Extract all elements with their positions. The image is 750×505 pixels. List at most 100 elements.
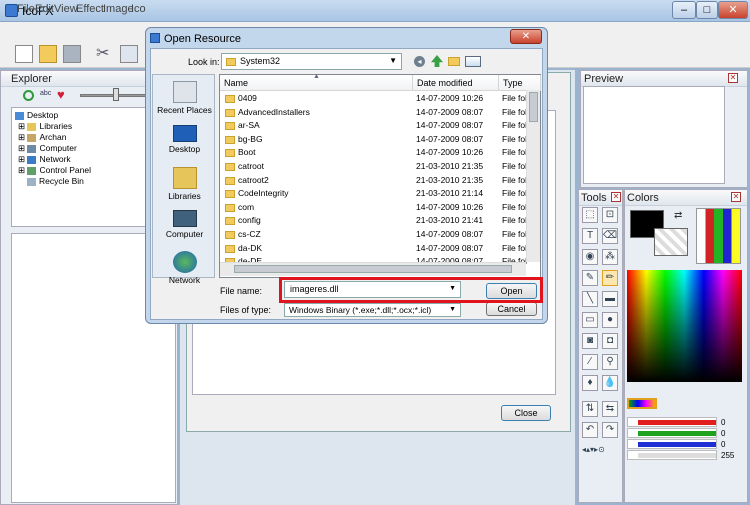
- file-row[interactable]: ar-SA 14-07-2009 08:07 File fol: [220, 119, 527, 133]
- abc-icon[interactable]: abc: [40, 90, 51, 97]
- maximize-button[interactable]: □: [696, 1, 718, 19]
- tree-item-archan[interactable]: ⊞ Archan: [18, 132, 66, 143]
- preview-close-icon[interactable]: ✕: [728, 73, 738, 83]
- flip-icon[interactable]: ⇆: [602, 401, 618, 417]
- fill-icon[interactable]: ◉: [582, 249, 598, 265]
- lasso-icon[interactable]: ⊡: [602, 207, 618, 223]
- red-channel-slider[interactable]: [627, 417, 717, 427]
- tree-item-desktop[interactable]: Desktop: [15, 110, 58, 120]
- refresh-icon[interactable]: [23, 90, 34, 101]
- look-in-dropdown[interactable]: System32 ▼: [221, 53, 402, 70]
- menu-image[interactable]: Image: [103, 3, 134, 15]
- ellipse-icon[interactable]: ●: [602, 312, 618, 328]
- files-of-type-dropdown[interactable]: Windows Binary (*.exe;*.dll;*.ocx;*.icl)…: [284, 303, 461, 317]
- tree-item-network[interactable]: ⊞ Network: [18, 154, 71, 165]
- file-row[interactable]: 0409 14-07-2009 10:26 File fol: [220, 92, 528, 106]
- menu-view[interactable]: View: [54, 3, 78, 15]
- palette-grid[interactable]: [696, 208, 741, 264]
- place-network[interactable]: Network: [153, 251, 216, 285]
- cancel-button[interactable]: Cancel: [486, 302, 537, 316]
- zoom-slider-thumb[interactable]: [113, 88, 119, 101]
- recent-places-icon: [172, 81, 197, 103]
- file-row[interactable]: cs-CZ 14-07-2009 08:07 File fol: [220, 228, 527, 242]
- file-type: File fol: [502, 93, 528, 103]
- new-folder-icon[interactable]: [448, 57, 460, 66]
- file-list-vertical-scrollbar[interactable]: [526, 90, 540, 262]
- green-channel-bar: [638, 431, 716, 436]
- curve-icon[interactable]: ◙: [582, 333, 598, 349]
- blue-channel-slider[interactable]: [627, 439, 717, 449]
- rotate-left-icon[interactable]: ↶: [582, 422, 598, 438]
- rectangle-icon[interactable]: ▬: [602, 291, 618, 307]
- spray-icon[interactable]: ⁂: [602, 249, 618, 265]
- pencil-icon[interactable]: ✏: [602, 270, 618, 286]
- vertical-scroll-thumb[interactable]: [529, 92, 538, 122]
- file-row[interactable]: da-DK 14-07-2009 08:07 File fol: [220, 242, 527, 256]
- file-row[interactable]: CodeIntegrity 21-03-2010 21:14 File fol: [220, 187, 527, 201]
- menu-edit[interactable]: Edit: [35, 3, 54, 15]
- file-row[interactable]: catroot 21-03-2010 21:35 File fol: [220, 160, 527, 174]
- copy-icon[interactable]: [120, 45, 138, 63]
- select-rect-icon[interactable]: ⬚: [582, 207, 598, 223]
- line-icon[interactable]: ╲: [582, 291, 598, 307]
- menu-icon[interactable]: Ico: [131, 3, 146, 15]
- arrow-nudge-icons[interactable]: ◂▴▾▸⊙: [582, 445, 605, 454]
- blur-icon[interactable]: ♦: [582, 375, 598, 391]
- menu-file[interactable]: File: [17, 3, 35, 15]
- drop-icon[interactable]: 💧: [602, 375, 618, 391]
- file-row[interactable]: AdvancedInstallers 14-07-2009 08:07 File f…: [220, 106, 527, 120]
- place-libraries[interactable]: Libraries: [153, 167, 216, 201]
- tools-close-icon[interactable]: ✕: [611, 192, 621, 202]
- color-spectrum[interactable]: [627, 270, 742, 382]
- back-icon[interactable]: ◂: [414, 56, 425, 67]
- place-computer[interactable]: Computer: [153, 210, 216, 239]
- file-row[interactable]: com 14-07-2009 10:26 File fol: [220, 201, 527, 215]
- move-icon[interactable]: ⇅: [582, 401, 598, 417]
- new-file-icon[interactable]: [15, 45, 33, 63]
- colors-close-icon[interactable]: ✕: [731, 192, 741, 202]
- palette-preset-icon[interactable]: [627, 398, 657, 409]
- minimize-button[interactable]: –: [672, 1, 696, 19]
- rounded-rect-icon[interactable]: ▭: [582, 312, 598, 328]
- column-header-type[interactable]: Type: [499, 75, 541, 91]
- close-button[interactable]: Close: [501, 405, 551, 421]
- swap-colors-icon[interactable]: ⇄: [674, 210, 682, 221]
- polygon-icon[interactable]: ◘: [602, 333, 618, 349]
- file-row[interactable]: Boot 14-07-2009 10:26 File fol: [220, 146, 527, 160]
- place-label: Libraries: [168, 191, 201, 201]
- dialog-close-button[interactable]: ✕: [510, 29, 542, 44]
- place-desktop[interactable]: Desktop: [153, 125, 216, 154]
- file-date: 21-03-2010 21:41: [416, 215, 484, 226]
- folder-icon: [226, 58, 236, 66]
- place-recent-places[interactable]: Recent Places: [153, 81, 216, 115]
- preview-title: Preview: [581, 71, 747, 87]
- tree-item-libraries[interactable]: ⊞ Libraries: [18, 121, 72, 132]
- brush-icon[interactable]: ✎: [582, 270, 598, 286]
- open-folder-icon[interactable]: [39, 45, 57, 63]
- tree-item-control-panel[interactable]: ⊞ Control Panel: [18, 165, 91, 176]
- tree-item-recycle-bin[interactable]: Recycle Bin: [27, 176, 84, 186]
- file-row[interactable]: bg-BG 14-07-2009 08:07 File fol: [220, 133, 527, 147]
- tools-grid: ⬚ ⊡ T ⌫ ◉ ⁂ ✎ ✏ ╲ ▬ ▭ ● ◙ ◘ ⁄ ⚲ ♦ 💧 ⇅ ⇆ …: [582, 207, 622, 457]
- file-list-horizontal-scrollbar[interactable]: [220, 262, 526, 276]
- eraser-icon[interactable]: ⌫: [602, 228, 618, 244]
- alpha-channel-slider[interactable]: [627, 450, 717, 460]
- file-row[interactable]: config 21-03-2010 21:41 File fol: [220, 214, 527, 228]
- horizontal-scroll-thumb[interactable]: [234, 265, 512, 273]
- tree-item-computer[interactable]: ⊞ Computer: [18, 143, 77, 154]
- cut-icon[interactable]: ✂: [96, 45, 114, 63]
- column-header-date[interactable]: Date modified: [413, 75, 499, 91]
- rotate-right-icon[interactable]: ↷: [602, 422, 618, 438]
- favorite-heart-icon[interactable]: ♥: [57, 87, 65, 102]
- green-channel-slider[interactable]: [627, 428, 717, 438]
- menu-effect[interactable]: Effect: [76, 3, 104, 15]
- text-tool-icon[interactable]: T: [582, 228, 598, 244]
- background-color-swatch[interactable]: [654, 228, 688, 256]
- zoom-icon[interactable]: ⚲: [602, 354, 618, 370]
- save-icon[interactable]: [63, 45, 81, 63]
- view-menu-icon[interactable]: [465, 56, 481, 67]
- close-window-button[interactable]: ✕: [718, 1, 748, 19]
- color-picker-icon[interactable]: ⁄: [582, 354, 598, 370]
- file-date: 14-07-2009 10:26: [416, 147, 484, 158]
- file-row[interactable]: catroot2 21-03-2010 21:35 File fol: [220, 174, 527, 188]
